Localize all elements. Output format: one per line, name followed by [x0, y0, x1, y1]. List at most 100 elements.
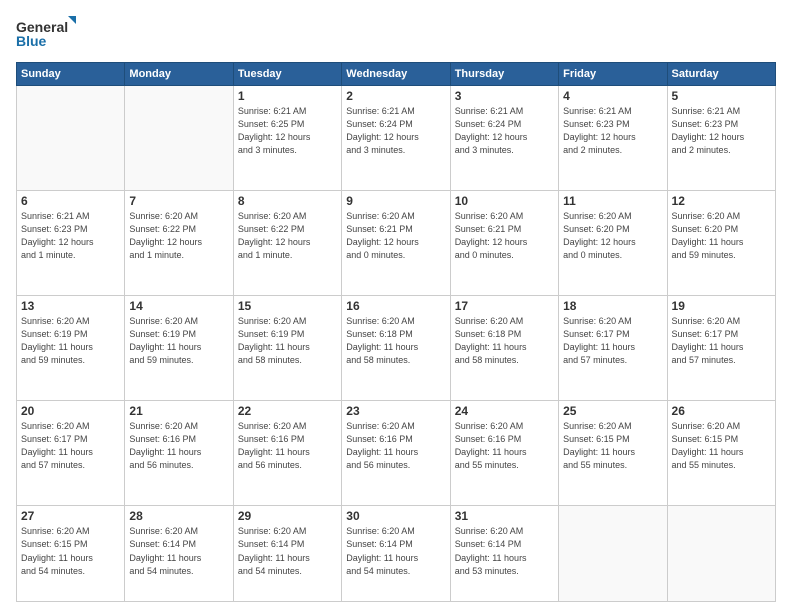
calendar-day-header: Sunday	[17, 63, 125, 86]
day-number: 7	[129, 194, 228, 208]
day-info: Sunrise: 6:20 AM Sunset: 6:22 PM Dayligh…	[238, 210, 337, 262]
calendar-week-row: 6 Sunrise: 6:21 AM Sunset: 6:23 PM Daylig…	[17, 191, 776, 296]
calendar-week-row: 13 Sunrise: 6:20 AM Sunset: 6:19 PM Dayli…	[17, 296, 776, 401]
day-info: Sunrise: 6:21 AM Sunset: 6:23 PM Dayligh…	[21, 210, 120, 262]
calendar-day-cell: 6 Sunrise: 6:21 AM Sunset: 6:23 PM Daylig…	[17, 191, 125, 296]
day-info: Sunrise: 6:21 AM Sunset: 6:23 PM Dayligh…	[672, 105, 771, 157]
calendar-day-header: Friday	[559, 63, 667, 86]
calendar-day-cell	[17, 86, 125, 191]
day-number: 17	[455, 299, 554, 313]
calendar-day-cell: 12 Sunrise: 6:20 AM Sunset: 6:20 PM Dayli…	[667, 191, 775, 296]
day-info: Sunrise: 6:21 AM Sunset: 6:23 PM Dayligh…	[563, 105, 662, 157]
header: General Blue	[16, 16, 776, 52]
calendar-day-cell: 18 Sunrise: 6:20 AM Sunset: 6:17 PM Dayli…	[559, 296, 667, 401]
day-info: Sunrise: 6:20 AM Sunset: 6:18 PM Dayligh…	[346, 315, 445, 367]
calendar-day-cell: 20 Sunrise: 6:20 AM Sunset: 6:17 PM Dayli…	[17, 401, 125, 506]
day-info: Sunrise: 6:20 AM Sunset: 6:14 PM Dayligh…	[455, 525, 554, 577]
day-info: Sunrise: 6:21 AM Sunset: 6:24 PM Dayligh…	[455, 105, 554, 157]
day-info: Sunrise: 6:20 AM Sunset: 6:18 PM Dayligh…	[455, 315, 554, 367]
calendar-day-cell: 28Sunrise: 6:20 AM Sunset: 6:14 PM Dayli…	[125, 506, 233, 602]
day-info: Sunrise: 6:20 AM Sunset: 6:20 PM Dayligh…	[672, 210, 771, 262]
svg-text:Blue: Blue	[16, 33, 47, 49]
calendar-day-cell: 8 Sunrise: 6:20 AM Sunset: 6:22 PM Daylig…	[233, 191, 341, 296]
day-info: Sunrise: 6:21 AM Sunset: 6:25 PM Dayligh…	[238, 105, 337, 157]
calendar-day-cell: 15 Sunrise: 6:20 AM Sunset: 6:19 PM Dayli…	[233, 296, 341, 401]
day-number: 4	[563, 89, 662, 103]
day-number: 11	[563, 194, 662, 208]
day-number: 20	[21, 404, 120, 418]
calendar-day-cell: 30Sunrise: 6:20 AM Sunset: 6:14 PM Dayli…	[342, 506, 450, 602]
day-number: 15	[238, 299, 337, 313]
day-info: Sunrise: 6:20 AM Sunset: 6:17 PM Dayligh…	[563, 315, 662, 367]
day-number: 19	[672, 299, 771, 313]
day-number: 25	[563, 404, 662, 418]
calendar-header-row: SundayMondayTuesdayWednesdayThursdayFrid…	[17, 63, 776, 86]
day-number: 24	[455, 404, 554, 418]
day-number: 26	[672, 404, 771, 418]
day-info: Sunrise: 6:20 AM Sunset: 6:16 PM Dayligh…	[346, 420, 445, 472]
day-info: Sunrise: 6:20 AM Sunset: 6:21 PM Dayligh…	[455, 210, 554, 262]
calendar-day-cell	[667, 506, 775, 602]
day-info: Sunrise: 6:20 AM Sunset: 6:20 PM Dayligh…	[563, 210, 662, 262]
day-info: Sunrise: 6:20 AM Sunset: 6:16 PM Dayligh…	[455, 420, 554, 472]
calendar-day-header: Monday	[125, 63, 233, 86]
day-number: 21	[129, 404, 228, 418]
day-info: Sunrise: 6:20 AM Sunset: 6:19 PM Dayligh…	[238, 315, 337, 367]
calendar-day-cell: 14 Sunrise: 6:20 AM Sunset: 6:19 PM Dayli…	[125, 296, 233, 401]
calendar-day-cell: 25Sunrise: 6:20 AM Sunset: 6:15 PM Dayli…	[559, 401, 667, 506]
day-number: 18	[563, 299, 662, 313]
calendar-day-cell: 31 Sunrise: 6:20 AM Sunset: 6:14 PM Dayli…	[450, 506, 558, 602]
calendar-day-cell: 1Sunrise: 6:21 AM Sunset: 6:25 PM Daylig…	[233, 86, 341, 191]
calendar-day-cell: 22 Sunrise: 6:20 AM Sunset: 6:16 PM Dayli…	[233, 401, 341, 506]
calendar-day-cell: 21 Sunrise: 6:20 AM Sunset: 6:16 PM Dayli…	[125, 401, 233, 506]
day-number: 3	[455, 89, 554, 103]
day-info: Sunrise: 6:20 AM Sunset: 6:16 PM Dayligh…	[129, 420, 228, 472]
day-info: Sunrise: 6:20 AM Sunset: 6:16 PM Dayligh…	[238, 420, 337, 472]
day-info: Sunrise: 6:20 AM Sunset: 6:14 PM Dayligh…	[238, 525, 337, 577]
calendar-day-cell: 24 Sunrise: 6:20 AM Sunset: 6:16 PM Dayli…	[450, 401, 558, 506]
calendar-day-cell: 23 Sunrise: 6:20 AM Sunset: 6:16 PM Dayli…	[342, 401, 450, 506]
calendar-day-cell: 7 Sunrise: 6:20 AM Sunset: 6:22 PM Daylig…	[125, 191, 233, 296]
day-info: Sunrise: 6:20 AM Sunset: 6:17 PM Dayligh…	[672, 315, 771, 367]
day-number: 31	[455, 509, 554, 523]
day-info: Sunrise: 6:20 AM Sunset: 6:19 PM Dayligh…	[21, 315, 120, 367]
calendar-day-cell: 13 Sunrise: 6:20 AM Sunset: 6:19 PM Dayli…	[17, 296, 125, 401]
calendar-day-cell: 3 Sunrise: 6:21 AM Sunset: 6:24 PM Daylig…	[450, 86, 558, 191]
calendar-day-cell: 2Sunrise: 6:21 AM Sunset: 6:24 PM Daylig…	[342, 86, 450, 191]
day-number: 16	[346, 299, 445, 313]
day-number: 13	[21, 299, 120, 313]
calendar-day-cell: 17 Sunrise: 6:20 AM Sunset: 6:18 PM Dayli…	[450, 296, 558, 401]
day-info: Sunrise: 6:20 AM Sunset: 6:14 PM Dayligh…	[346, 525, 445, 577]
calendar-day-header: Tuesday	[233, 63, 341, 86]
day-info: Sunrise: 6:20 AM Sunset: 6:17 PM Dayligh…	[21, 420, 120, 472]
day-info: Sunrise: 6:20 AM Sunset: 6:15 PM Dayligh…	[672, 420, 771, 472]
day-info: Sunrise: 6:20 AM Sunset: 6:19 PM Dayligh…	[129, 315, 228, 367]
calendar-day-cell: 11 Sunrise: 6:20 AM Sunset: 6:20 PM Dayli…	[559, 191, 667, 296]
logo-svg: General Blue	[16, 16, 76, 52]
day-info: Sunrise: 6:20 AM Sunset: 6:15 PM Dayligh…	[21, 525, 120, 577]
calendar-day-header: Thursday	[450, 63, 558, 86]
calendar-week-row: 27 Sunrise: 6:20 AM Sunset: 6:15 PM Dayli…	[17, 506, 776, 602]
day-number: 2	[346, 89, 445, 103]
calendar-day-cell: 26 Sunrise: 6:20 AM Sunset: 6:15 PM Dayli…	[667, 401, 775, 506]
calendar-day-cell: 27 Sunrise: 6:20 AM Sunset: 6:15 PM Dayli…	[17, 506, 125, 602]
calendar-day-cell	[559, 506, 667, 602]
day-number: 22	[238, 404, 337, 418]
day-number: 5	[672, 89, 771, 103]
day-number: 9	[346, 194, 445, 208]
day-number: 14	[129, 299, 228, 313]
day-number: 6	[21, 194, 120, 208]
day-number: 28	[129, 509, 228, 523]
logo: General Blue	[16, 16, 76, 52]
calendar-day-cell	[125, 86, 233, 191]
day-number: 12	[672, 194, 771, 208]
calendar-day-cell: 29 Sunrise: 6:20 AM Sunset: 6:14 PM Dayli…	[233, 506, 341, 602]
day-number: 8	[238, 194, 337, 208]
calendar-week-row: 20 Sunrise: 6:20 AM Sunset: 6:17 PM Dayli…	[17, 401, 776, 506]
calendar-day-header: Saturday	[667, 63, 775, 86]
day-info: Sunrise: 6:20 AM Sunset: 6:22 PM Dayligh…	[129, 210, 228, 262]
calendar-day-header: Wednesday	[342, 63, 450, 86]
day-number: 23	[346, 404, 445, 418]
day-number: 27	[21, 509, 120, 523]
day-number: 29	[238, 509, 337, 523]
